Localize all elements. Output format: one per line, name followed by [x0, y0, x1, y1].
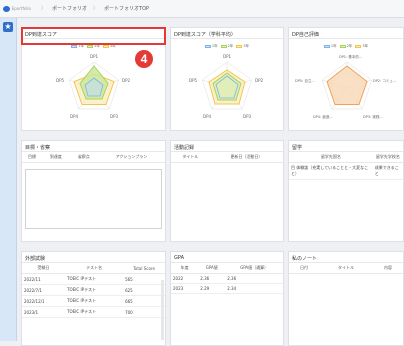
- top-bar: Eportfolio 〉 ポートフォリオ 〉 ポートフォリオTOP: [0, 0, 404, 18]
- notes-table: 日付 タイトル 内容: [289, 263, 403, 274]
- table-row: 2023 2.29 2.34: [171, 283, 283, 294]
- panel-title: 私のノート: [289, 252, 403, 263]
- radar-label-4: DP4: 創造...: [313, 114, 333, 119]
- column-header: 留学先学校名: [372, 152, 403, 163]
- highlight-box: [21, 27, 166, 45]
- column-header: 留学先国名: [289, 152, 373, 163]
- step-badge: 4: [135, 50, 153, 68]
- column-header: 年度: [171, 263, 199, 274]
- favorite-star-icon[interactable]: ★: [3, 22, 13, 32]
- panel-title: 留学: [289, 141, 403, 152]
- radar-label-1: DP1: 基本的...: [339, 54, 362, 59]
- table-row: 2022 2.36 2.36: [171, 273, 283, 284]
- column-header: Total Score: [123, 263, 165, 274]
- app-logo[interactable]: Eportfolio: [3, 5, 31, 12]
- column-header: GPA値: [198, 263, 226, 274]
- study-abroad-note: 目 体験談（充実していることと・大変なこと）: [289, 162, 373, 180]
- panel-title: DP到達スコア（学科平均）: [171, 28, 283, 39]
- chart-legend: 1年 2年 3年: [289, 44, 403, 49]
- radar-label-5: DP5: [56, 78, 64, 83]
- radar-label-3: DP3: 実践...: [363, 114, 383, 119]
- activities-table: タイトル 更新日（活動日）: [171, 152, 283, 163]
- goals-table: 目標 到達度 省察点 アクションプラン: [22, 152, 165, 163]
- table-row[interactable]: 2022/12/1 TOEIC IPテスト 665: [22, 295, 165, 307]
- breadcrumb-portfolio-top[interactable]: ポートフォリオTOP: [104, 5, 149, 12]
- table-row[interactable]: 2023/1 TOEIC IPテスト 700: [22, 306, 165, 318]
- logo-text: Eportfolio: [11, 6, 31, 11]
- panel-gpa: GPA 年度 GPA値 GPA値（通算） 2022 2.36 2.36 2023…: [170, 251, 284, 346]
- radar-label-3: DP3: [110, 114, 118, 119]
- column-header: タイトル: [319, 263, 373, 274]
- breadcrumb-separator-icon: 〉: [41, 6, 47, 12]
- panel-dp-self: DP自己評価 1年 2年 3年 DP1: 基本的... DP2: コミュ... …: [288, 27, 404, 131]
- panel-title: 目標・省察: [22, 141, 165, 152]
- radar-label-5: DP5: 自立...: [295, 78, 315, 83]
- panel-title: 外部試験: [22, 252, 165, 263]
- radar-label-2: DP2: [255, 78, 263, 83]
- panel-title: 活動記録: [171, 141, 283, 152]
- panel-goals: 目標・省察 目標 到達度 省察点 アクションプラン: [21, 140, 166, 242]
- column-header: 内容: [373, 263, 403, 274]
- column-header: 目標: [22, 152, 42, 163]
- table-row[interactable]: 2022/11 TOEIC IPテスト 565: [22, 273, 165, 285]
- chart-legend: 1年 2年 3年: [171, 44, 283, 49]
- panel-activities: 活動記録 タイトル 更新日（活動日）: [170, 140, 284, 242]
- radar-label-2: DP2: コミュ...: [373, 79, 396, 83]
- scrollbar[interactable]: [161, 280, 164, 340]
- panel-title: DP自己評価: [289, 28, 403, 39]
- breadcrumb-separator-icon: 〉: [93, 6, 99, 12]
- column-header: 更新日（活動日）: [209, 152, 283, 163]
- breadcrumb: 〉 ポートフォリオ 〉 ポートフォリオTOP: [41, 5, 149, 12]
- radar-label-5: DP5: [189, 78, 197, 83]
- panel-study-abroad: 留学 留学先国名 留学先学校名 目 体験談（充実していることと・大変なこと） 成…: [288, 140, 404, 242]
- logo-icon: [3, 5, 10, 12]
- column-header: テスト名: [65, 263, 124, 274]
- study-abroad-table: 留学先国名 留学先学校名 目 体験談（充実していることと・大変なこと） 成果でき…: [289, 152, 403, 180]
- column-header: 日付: [289, 263, 319, 274]
- radar-chart: DP1 DP2 DP3 DP4 DP5: [189, 54, 263, 119]
- panel-dp-score-avg: DP到達スコア（学科平均） 1年 2年 3年 DP1 DP2 DP3 DP4 D…: [170, 27, 284, 131]
- panel-title: GPA: [171, 252, 283, 263]
- radar-label-3: DP3: [243, 114, 251, 119]
- column-header: アクションプラン: [97, 152, 165, 163]
- column-header: 省察点: [69, 152, 98, 163]
- table-row[interactable]: 2022/7/1 TOEIC IPテスト 625: [22, 284, 165, 296]
- column-header: タイトル: [171, 152, 210, 163]
- radar-label-1: DP1: [90, 54, 98, 59]
- radar-label-4: DP4: [203, 114, 211, 119]
- column-header: 受験日: [22, 263, 66, 274]
- breadcrumb-portfolio[interactable]: ポートフォリオ: [52, 5, 87, 12]
- radar-series-self: [326, 65, 368, 105]
- column-header: 到達度: [41, 152, 70, 163]
- goals-content-area[interactable]: [25, 169, 162, 229]
- panel-external-test: 外部試験 受験日 テスト名 Total Score 2022/11 TOEIC …: [21, 251, 166, 346]
- radar-chart: DP1: 基本的... DP2: コミュ... DP3: 実践... DP4: …: [295, 54, 396, 119]
- gpa-table: 年度 GPA値 GPA値（通算） 2022 2.36 2.36 2023 2.2…: [171, 263, 283, 294]
- radar-label-1: DP1: [223, 54, 231, 59]
- study-abroad-note-2: 成果できること: [372, 162, 403, 180]
- column-header: GPA値（通算）: [225, 263, 283, 274]
- sidebar: ★: [0, 18, 17, 341]
- radar-label-2: DP2: [122, 78, 130, 83]
- radar-label-4: DP4: [70, 114, 78, 119]
- panel-notes: 私のノート 日付 タイトル 内容: [288, 251, 404, 346]
- external-test-table: 受験日 テスト名 Total Score 2022/11 TOEIC IPテスト…: [22, 263, 165, 318]
